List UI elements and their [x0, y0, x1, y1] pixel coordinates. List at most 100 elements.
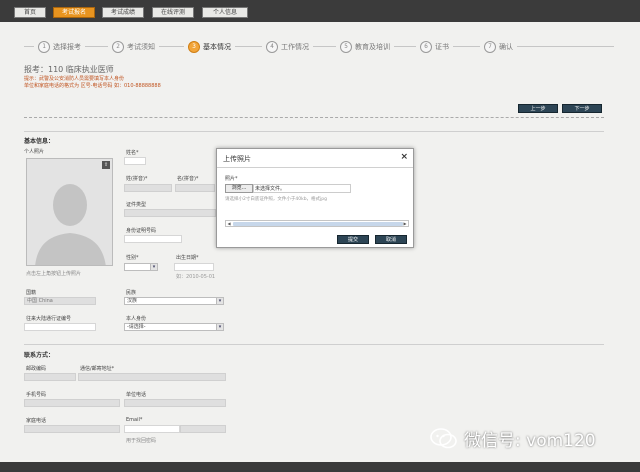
identity-value: -请选择- — [127, 324, 146, 330]
horizontal-scrollbar[interactable]: ◀ ▶ — [225, 220, 409, 227]
step-label: 考试须知 — [127, 43, 155, 51]
step-1: 1 选择报考 — [34, 40, 85, 54]
upload-hint: 请选择小2寸白底证件照，文件小于40kb，格式jpg — [225, 197, 328, 202]
name-label: 姓名* — [126, 150, 139, 156]
chevron-down-icon: ▾ — [216, 324, 223, 330]
id-number-input[interactable] — [124, 235, 182, 243]
section-divider — [24, 344, 604, 345]
submit-button[interactable]: 提交 — [337, 235, 369, 244]
cancel-button[interactable]: 取消 — [375, 235, 407, 244]
prev-step-button[interactable]: 上一步 — [518, 104, 558, 113]
step-number: 1 — [38, 41, 50, 53]
mobile-input[interactable] — [24, 399, 120, 407]
home-phone-input[interactable] — [24, 425, 120, 433]
exam-title: 报考：110 临床执业医师 — [24, 65, 114, 74]
upload-photo-icon[interactable]: ⇧ — [102, 161, 110, 169]
birth-date-hint: 如：2010-05-01 — [176, 274, 216, 280]
nav-tab-exam-scores[interactable]: 考试成绩 — [102, 7, 144, 18]
step-number: 2 — [112, 41, 124, 53]
scrollbar-thumb[interactable] — [233, 222, 403, 226]
postcode-input[interactable] — [24, 373, 76, 381]
nav-tab-home[interactable]: 首页 — [14, 7, 46, 18]
file-status: 未选择文件。 — [255, 186, 286, 192]
top-nav-bar: 首页 考试报名 考试成绩 在线评测 个人信息 — [0, 0, 640, 22]
home-phone-label: 家庭电话 — [26, 418, 47, 424]
chevron-down-icon: ▾ — [216, 298, 223, 304]
section-divider — [24, 131, 604, 132]
surname-pinyin-input[interactable] — [124, 184, 172, 192]
close-icon[interactable]: × — [400, 152, 408, 162]
watermark-text: 微信号: vom120 — [464, 431, 596, 451]
address-input[interactable] — [78, 373, 226, 381]
step-label: 教育及培训 — [355, 43, 390, 51]
photo-hint: 点击左上角按钮上传照片 — [26, 271, 82, 277]
id-type-select[interactable] — [124, 209, 216, 217]
step-number: 3 — [188, 41, 200, 53]
country-field: 中国 China — [24, 297, 96, 305]
step-3: 3 基本情况 — [184, 40, 235, 54]
step-number: 7 — [484, 41, 496, 53]
step-label: 基本情况 — [203, 43, 231, 51]
work-phone-input[interactable] — [124, 399, 226, 407]
step-number: 4 — [266, 41, 278, 53]
email-label: Email* — [126, 417, 143, 423]
scroll-right-icon[interactable]: ▶ — [402, 221, 408, 226]
permit-number-input[interactable] — [24, 323, 96, 331]
postcode-label: 邮政编码 — [26, 366, 47, 372]
birth-date-input[interactable] — [174, 263, 214, 271]
given-pinyin-input[interactable] — [175, 184, 215, 192]
given-pinyin-label: 名(拼音)* — [177, 176, 199, 182]
step-6: 6 证书 — [416, 40, 453, 54]
permit-number-label: 往来大陆通行证编号 — [26, 316, 72, 322]
country-label: 国籍 — [26, 290, 37, 296]
photo-field-label: 照片* — [225, 176, 238, 182]
id-type-label: 证件类型 — [126, 202, 147, 208]
step-2: 2 考试须知 — [108, 40, 159, 54]
nav-tab-personal-info[interactable]: 个人信息 — [202, 7, 248, 18]
step-number: 5 — [340, 41, 352, 53]
scroll-left-icon[interactable]: ◀ — [226, 221, 232, 226]
identity-select[interactable]: -请选择- ▾ — [124, 323, 224, 331]
wechat-watermark: 微信号: vom120 — [430, 426, 596, 451]
email-input-extension — [180, 425, 226, 433]
gender-label: 性别* — [126, 255, 139, 261]
birth-date-label: 出生日期* — [176, 255, 199, 261]
step-label: 确认 — [499, 43, 513, 51]
ethnicity-value: 汉族 — [127, 298, 138, 304]
identity-label: 本人身份 — [126, 316, 147, 322]
gender-select[interactable]: ▾ — [124, 263, 158, 271]
nav-tab-exam-registration[interactable]: 考试报名 — [53, 7, 95, 18]
wechat-icon — [430, 427, 457, 448]
step-progress: 1 选择报考 2 考试须知 3 基本情况 4 工作情况 5 教育及培训 6 证书… — [24, 36, 614, 56]
step-number: 6 — [420, 41, 432, 53]
step-5: 5 教育及培训 — [336, 40, 394, 54]
email-input[interactable] — [124, 425, 180, 433]
step-label: 工作情况 — [281, 43, 309, 51]
notice-line-2: 单位和家庭电话的格式为 区号-电话号码 如：010-88888888 — [24, 83, 161, 89]
step-7: 7 确认 — [480, 40, 517, 54]
bottom-bar — [0, 462, 640, 472]
notice-line-1: 提示：武警及公安消防人员需要填写本人身份 — [24, 76, 125, 82]
chevron-down-icon: ▾ — [150, 264, 157, 270]
name-input[interactable] — [124, 157, 146, 165]
upload-photo-dialog: 上传照片 × 照片* 浏览... 未选择文件。 请选择小2寸白底证件照，文件小于… — [216, 148, 414, 248]
browse-button[interactable]: 浏览... — [225, 184, 253, 193]
mobile-label: 手机号码 — [26, 392, 47, 398]
id-number-label: 身份证明号码 — [126, 228, 157, 234]
contact-title: 联系方式： — [24, 352, 55, 359]
step-4: 4 工作情况 — [262, 40, 313, 54]
dialog-title: 上传照片 — [223, 155, 251, 163]
next-step-button[interactable]: 下一步 — [562, 104, 602, 113]
dotted-divider — [24, 117, 604, 118]
work-phone-label: 单位电话 — [126, 392, 147, 398]
nav-tab-online-test[interactable]: 在线评测 — [152, 7, 194, 18]
photo-label: 个人照片 — [24, 149, 45, 155]
step-label: 证书 — [435, 43, 449, 51]
ethnicity-select[interactable]: 汉族 ▾ — [124, 297, 224, 305]
basic-info-title: 基本信息： — [24, 138, 55, 145]
photo-placeholder[interactable]: ⇧ — [26, 158, 113, 266]
person-silhouette-icon — [35, 184, 106, 265]
surname-pinyin-label: 姓(拼音)* — [126, 176, 148, 182]
email-hint: 用于找回密码 — [126, 438, 157, 444]
dialog-divider — [217, 167, 413, 168]
